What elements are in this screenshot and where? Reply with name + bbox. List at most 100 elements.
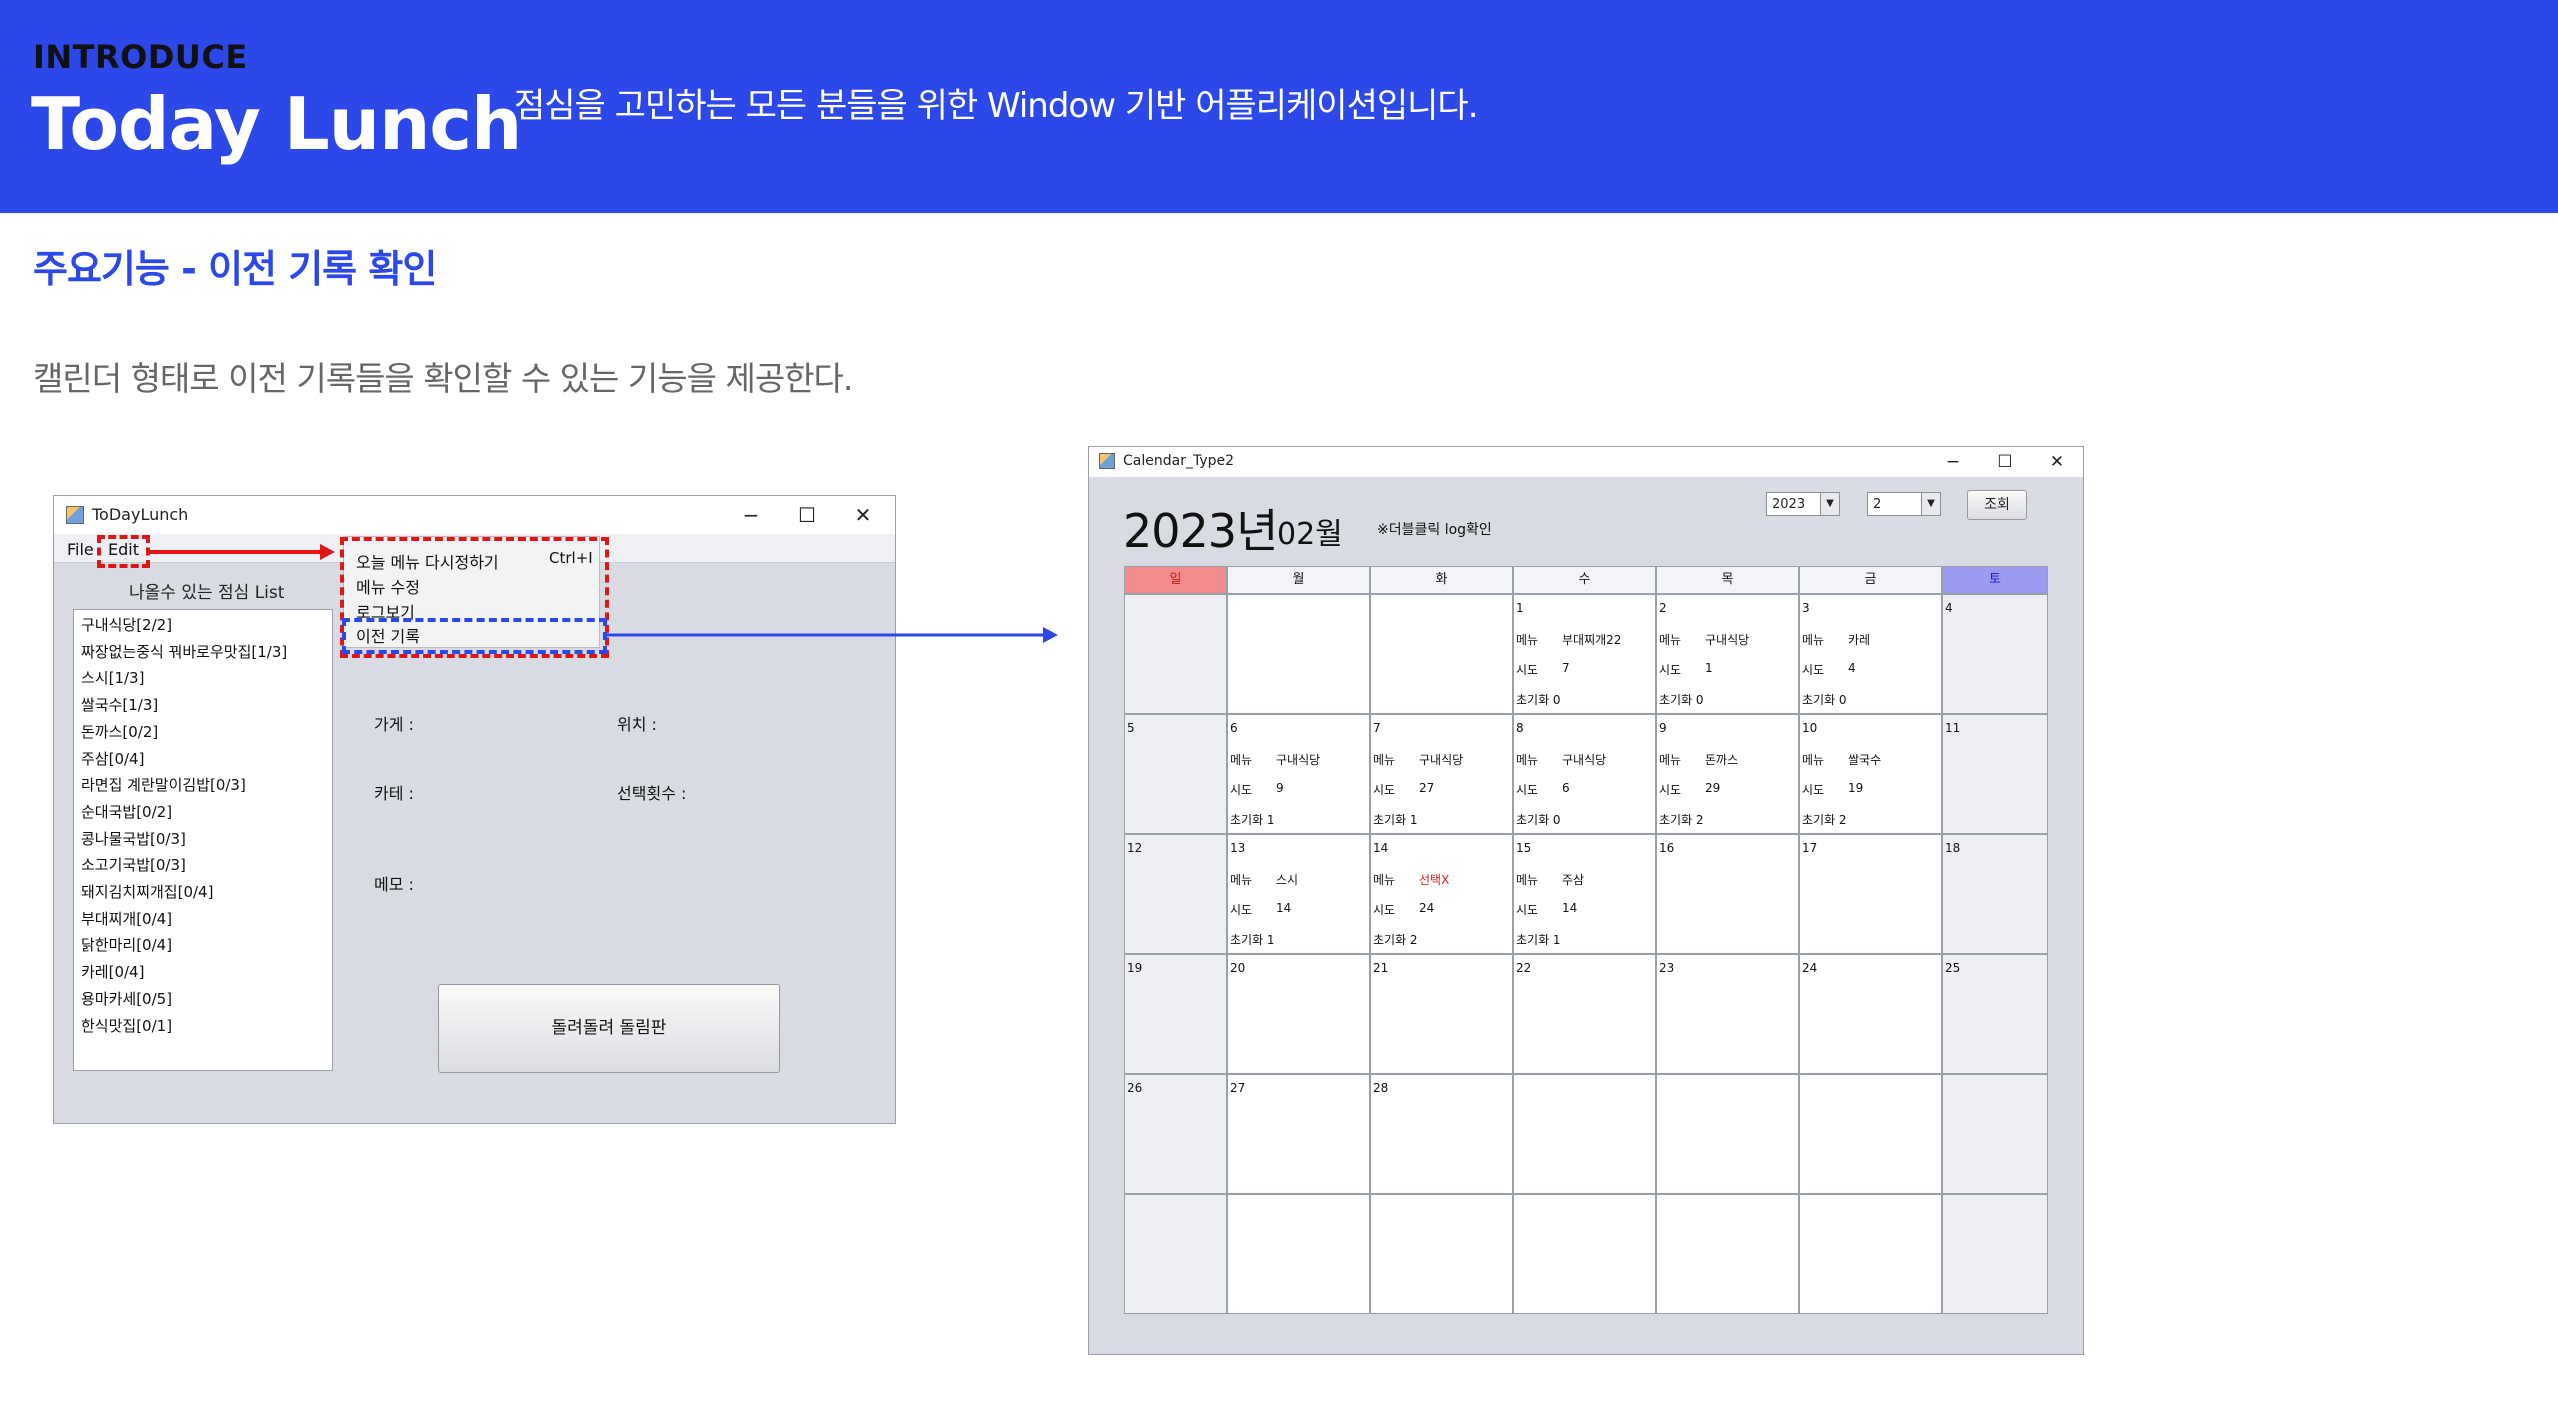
list-item[interactable]: 쌀국수[1/3] (81, 694, 158, 715)
calendar-day-cell[interactable]: 27 (1227, 1074, 1370, 1194)
list-item[interactable]: 구내식당[2/2] (81, 614, 172, 635)
year-select-value: 2023 (1772, 497, 1806, 512)
calendar-day-cell[interactable]: 5 (1124, 714, 1227, 834)
year-select[interactable]: 2023 ▼ (1766, 492, 1840, 516)
calendar-day-cell[interactable]: 25 (1942, 954, 2048, 1074)
day-entry-line: 초기화 0 (1516, 693, 1561, 707)
calendar-day-cell[interactable] (1124, 1194, 1227, 1314)
day-number: 18 (1945, 841, 1961, 855)
calendar-day-cell[interactable] (1799, 1074, 1942, 1194)
calendar-day-cell[interactable]: 28 (1370, 1074, 1513, 1194)
calendar-day-cell[interactable]: 11 (1942, 714, 2048, 834)
list-item[interactable]: 순대국밥[0/2] (81, 801, 172, 822)
calendar-month: 02월 (1277, 517, 1343, 552)
calendar-day-cell[interactable]: 23 (1656, 954, 1799, 1074)
calendar-day-cell[interactable]: 8 메뉴 구내식당 시도 6 초기화 0 (1513, 714, 1656, 834)
list-item[interactable]: 한식맛집[0/1] (81, 1015, 172, 1036)
list-item[interactable]: 부대찌개[0/4] (81, 908, 172, 929)
close-icon[interactable]: ✕ (837, 496, 889, 534)
weekday-header: 목 (1656, 566, 1799, 594)
calendar-day-cell[interactable]: 12 (1124, 834, 1227, 954)
calendar-day-cell[interactable] (1124, 594, 1227, 714)
calendar-day-cell[interactable]: 15 메뉴 주삼 시도 14 초기화 1 (1513, 834, 1656, 954)
list-item[interactable]: 카레[0/4] (81, 961, 144, 982)
calendar-day-cell[interactable]: 19 (1124, 954, 1227, 1074)
calendar-day-cell[interactable] (1799, 1194, 1942, 1314)
calendar-day-cell[interactable]: 9 메뉴 돈까스 시도 29 초기화 2 (1656, 714, 1799, 834)
calendar-day-cell[interactable]: 26 (1124, 1074, 1227, 1194)
calendar-day-cell[interactable] (1227, 594, 1370, 714)
minimize-icon[interactable]: − (725, 496, 777, 534)
calendar-day-cell[interactable]: 10 메뉴 쌀국수 시도 19 초기화 2 (1799, 714, 1942, 834)
day-entry-value: 4 (1848, 661, 1856, 675)
calendar-day-cell[interactable]: 1 메뉴 부대찌개22 시도 7 초기화 0 (1513, 594, 1656, 714)
month-select-value: 2 (1873, 497, 1882, 512)
list-item[interactable]: 용마카세[0/5] (81, 988, 172, 1009)
day-entry-value: 쌀국수 (1848, 753, 1882, 767)
day-entry-line: 초기화 1 (1230, 813, 1275, 827)
calendar-day-cell[interactable]: 7 메뉴 구내식당 시도 27 초기화 1 (1370, 714, 1513, 834)
list-item[interactable]: 스시[1/3] (81, 667, 144, 688)
calendar-day-cell[interactable] (1942, 1074, 2048, 1194)
day-entry-line: 메뉴 돈까스 (1659, 753, 1739, 767)
day-entry-value: 29 (1705, 781, 1721, 795)
day-entry-line: 시도 29 (1659, 781, 1721, 797)
day-number: 19 (1127, 961, 1143, 975)
calendar-day-cell[interactable]: 18 (1942, 834, 2048, 954)
calendar-day-cell[interactable]: 22 (1513, 954, 1656, 1074)
calendar-day-cell[interactable] (1227, 1194, 1370, 1314)
list-item[interactable]: 주삼[0/4] (81, 748, 144, 769)
calendar-year: 2023년 (1123, 504, 1278, 558)
list-item[interactable]: 콩나물국밥[0/3] (81, 828, 186, 849)
day-entry-value: 14 (1276, 901, 1292, 915)
calendar-day-cell[interactable]: 14 메뉴 선택X 시도 24 초기화 2 (1370, 834, 1513, 954)
calendar-day-cell[interactable] (1942, 1194, 2048, 1314)
day-entry-line: 메뉴 스시 (1230, 873, 1299, 887)
menu-file[interactable]: File (67, 540, 94, 559)
calendar-day-cell[interactable]: 3 메뉴 카레 시도 4 초기화 0 (1799, 594, 1942, 714)
day-entry-line: 시도 24 (1373, 901, 1435, 917)
list-item[interactable]: 돈까스[0/2] (81, 721, 158, 742)
calendar-day-cell[interactable]: 24 (1799, 954, 1942, 1074)
day-number: 14 (1373, 841, 1389, 855)
page-description: 점심을 고민하는 모든 분들을 위한 Window 기반 어플리케이션입니다. (514, 86, 1479, 126)
calendar-day-cell[interactable]: 21 (1370, 954, 1513, 1074)
day-entry-value: 9 (1276, 781, 1284, 795)
calendar-day-cell[interactable] (1656, 1194, 1799, 1314)
calendar-day-cell[interactable] (1513, 1194, 1656, 1314)
calendar-day-cell[interactable]: 20 (1227, 954, 1370, 1074)
list-item[interactable]: 라면집 계란말이김밥[0/3] (81, 774, 246, 795)
day-entry-value: 구내식당 (1705, 633, 1750, 647)
day-number: 3 (1802, 601, 1810, 615)
minimize-icon[interactable]: − (1927, 447, 1979, 477)
calendar-day-cell[interactable]: 17 (1799, 834, 1942, 954)
restaurant-list[interactable]: 구내식당[2/2] 짜장없는중식 꿔바로우맛집[1/3] 스시[1/3] 쌀국수[1/… (73, 609, 333, 1071)
day-entry-line: 초기화 2 (1659, 813, 1704, 827)
list-item[interactable]: 닭한마리[0/4] (81, 934, 172, 955)
day-number: 26 (1127, 1081, 1143, 1095)
list-item[interactable]: 짜장없는중식 꿔바로우맛집[1/3] (81, 641, 287, 662)
calendar-day-cell[interactable]: 13 메뉴 스시 시도 14 초기화 1 (1227, 834, 1370, 954)
close-icon[interactable]: ✕ (2031, 447, 2083, 477)
maximize-icon[interactable]: ☐ (781, 496, 833, 534)
day-entry-value: 19 (1848, 781, 1864, 795)
calendar-day-cell[interactable] (1370, 1194, 1513, 1314)
day-number: 11 (1945, 721, 1961, 735)
count-label: 선택횟수 : (617, 784, 687, 803)
calendar-day-cell[interactable]: 16 (1656, 834, 1799, 954)
calendar-day-cell[interactable] (1370, 594, 1513, 714)
maximize-icon[interactable]: ☐ (1979, 447, 2031, 477)
calendar-day-cell[interactable]: 6 메뉴 구내식당 시도 9 초기화 1 (1227, 714, 1370, 834)
day-entry-line: 시도 9 (1230, 781, 1284, 797)
day-number: 17 (1802, 841, 1818, 855)
calendar-day-cell[interactable]: 4 (1942, 594, 2048, 714)
month-select[interactable]: 2 ▼ (1867, 492, 1941, 516)
list-item[interactable]: 돼지김치찌개집[0/4] (81, 881, 213, 902)
spin-roulette-button[interactable]: 돌려돌려 돌림판 (438, 984, 780, 1073)
calendar-day-cell[interactable] (1656, 1074, 1799, 1194)
query-button[interactable]: 조회 (1967, 490, 2027, 520)
calendar-day-cell[interactable] (1513, 1074, 1656, 1194)
calendar-day-cell[interactable]: 2 메뉴 구내식당 시도 1 초기화 0 (1656, 594, 1799, 714)
category-label: 카테 : (374, 784, 414, 803)
list-item[interactable]: 소고기국밥[0/3] (81, 854, 186, 875)
